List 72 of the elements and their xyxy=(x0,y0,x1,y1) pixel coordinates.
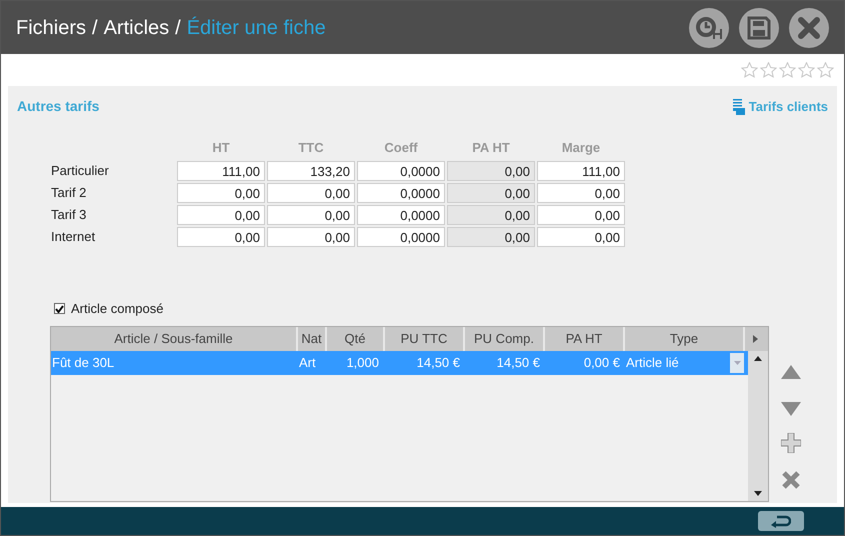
star-icon xyxy=(741,62,758,78)
scrollbar[interactable] xyxy=(748,350,768,500)
price-field[interactable]: 0,0000 xyxy=(357,183,445,203)
add-button[interactable] xyxy=(781,432,801,452)
price-field[interactable]: 0,00 xyxy=(267,183,355,203)
price-field[interactable]: 0,00 xyxy=(447,205,535,225)
row-label: Tarif 2 xyxy=(50,184,88,202)
type-value: Article lié xyxy=(626,354,679,372)
cross-icon xyxy=(781,470,801,490)
row-label: Tarif 3 xyxy=(50,206,88,224)
price-field[interactable]: 0,00 xyxy=(447,183,535,203)
breadcrumb-link[interactable]: Fichiers xyxy=(16,12,86,42)
grid-cell-text: 14,50 € xyxy=(416,354,461,372)
price-field[interactable]: 0,0000 xyxy=(357,205,445,225)
price-field[interactable]: 0,00 xyxy=(447,227,535,247)
row-label: Internet xyxy=(50,228,96,246)
price-list-icon xyxy=(732,98,745,114)
price-field[interactable]: 0,00 xyxy=(177,205,265,225)
column-header: PA HT xyxy=(471,141,511,155)
column-header: TTC xyxy=(297,141,325,155)
column-header: HT xyxy=(211,141,231,155)
price-field[interactable]: 133,20 xyxy=(267,161,355,181)
row-label: Particulier xyxy=(50,162,110,180)
price-field[interactable]: 0,00 xyxy=(537,227,625,247)
checkbox-label: Article composé xyxy=(71,300,164,318)
price-field[interactable]: 111,00 xyxy=(177,161,265,181)
price-field[interactable]: 0,00 xyxy=(177,183,265,203)
scroll-up-icon xyxy=(754,356,762,360)
column-header: Marge xyxy=(560,141,602,155)
triangle-up-icon xyxy=(781,364,801,378)
scroll-right-icon xyxy=(752,334,758,342)
section-title: Autres tarifs xyxy=(17,97,100,116)
grid-cell-text: 0,00 € xyxy=(582,354,621,372)
dropdown-button[interactable] xyxy=(730,352,744,372)
star-rating[interactable] xyxy=(741,62,834,78)
move-up-button[interactable] xyxy=(781,364,801,378)
breadcrumb-separator: / xyxy=(175,16,181,40)
move-down-button[interactable] xyxy=(781,402,801,416)
star-icon xyxy=(798,62,815,78)
delete-button[interactable] xyxy=(781,470,801,490)
price-field[interactable]: 0,00 xyxy=(267,227,355,247)
price-field[interactable]: 0,00 xyxy=(177,227,265,247)
grid-cell-text: 14,50 € xyxy=(496,354,541,372)
checkbox[interactable] xyxy=(54,303,65,314)
star-icon xyxy=(779,62,796,78)
save-button[interactable] xyxy=(739,8,779,48)
price-field[interactable]: 0,0000 xyxy=(357,161,445,181)
star-icon xyxy=(760,62,777,78)
caret-icon xyxy=(734,360,740,364)
price-field[interactable]: 0,00 xyxy=(447,161,535,181)
plus-icon xyxy=(781,432,801,452)
return-arrow-icon xyxy=(771,514,791,528)
grid-cell-text: Fût de 30L xyxy=(51,354,116,372)
price-field[interactable]: 0,00 xyxy=(267,205,355,225)
return-button[interactable] xyxy=(758,511,804,531)
column-header: Coeff xyxy=(383,141,419,155)
breadcrumb-link[interactable]: Articles xyxy=(104,12,170,42)
scroll-down-icon xyxy=(754,490,762,496)
price-field[interactable]: 0,00 xyxy=(537,183,625,203)
close-icon xyxy=(798,16,820,38)
price-field[interactable]: 111,00 xyxy=(537,161,625,181)
history-button[interactable] xyxy=(689,8,729,48)
price-field[interactable]: 0,0000 xyxy=(357,227,445,247)
breadcrumb-current: Éditer une fiche xyxy=(186,16,326,40)
triangle-down-icon xyxy=(781,402,801,416)
close-button[interactable] xyxy=(789,8,829,48)
clock-icon xyxy=(695,14,723,40)
breadcrumb-separator: / xyxy=(92,16,98,40)
grid-cell-text: 1,000 xyxy=(345,354,380,372)
star-icon xyxy=(817,62,834,78)
price-field[interactable]: 0,00 xyxy=(537,205,625,225)
grid-cell-text: Art xyxy=(298,354,317,372)
